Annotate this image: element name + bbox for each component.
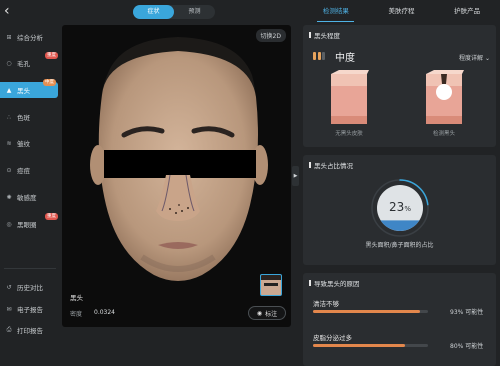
tab-skincare-products[interactable]: 护肤产品 [434, 0, 500, 22]
cause-percent: 93% 可能性 [450, 307, 483, 316]
cause-percent-value: 80% [450, 343, 464, 350]
causes-card: 导致黑头的原因 清洁不够 93% 可能性 皮脂分泌过多 80% 可能性 [303, 273, 496, 366]
blackhead-skin-label: 检测黑头 [432, 131, 455, 137]
cause-item: 清洁不够 93% 可能性 [313, 298, 488, 316]
sidebar-item-wrinkles[interactable]: ≋ 皱纹 [0, 135, 60, 151]
pimple-icon: ⊙ [6, 166, 12, 174]
detail-link-label: 程度详解 [459, 55, 484, 62]
severity-segment [313, 52, 316, 60]
blackhead-skin-illustration [426, 70, 464, 124]
density-label: 密度 [70, 311, 83, 318]
sidebar-item-label: 电子报告 [17, 306, 43, 314]
sidebar-history-compare[interactable]: ↺ 历史对比 [0, 279, 60, 295]
severity-segment [317, 52, 321, 60]
face-thumbnail[interactable] [260, 274, 282, 296]
sidebar-item-label: 色斑 [17, 114, 30, 122]
cause-progress-track [313, 344, 428, 347]
mark-button[interactable]: ◉ 标注 [248, 306, 286, 320]
ratio-fill [380, 220, 420, 231]
sidebar-e-report[interactable]: ✉ 电子报告 [0, 301, 60, 317]
title-marker [309, 162, 311, 168]
triangle-icon: ▲ [6, 86, 12, 94]
sidebar-item-dark-circles[interactable]: ◎ 黑眼圈 重度 [0, 213, 60, 232]
severity-badge: 重度 [45, 213, 58, 220]
card-title: 黑头程度 [309, 30, 340, 40]
cause-progress-track [313, 310, 428, 313]
healthy-skin-illustration [331, 70, 369, 124]
title-marker [309, 32, 311, 38]
face-thumbnail-image [261, 275, 281, 295]
back-arrow-icon[interactable]: ‹ [4, 3, 18, 19]
severity-badge: 重度 [45, 52, 58, 59]
sidebar-item-overall[interactable]: ⊞ 综合分析 [0, 29, 60, 45]
cause-progress-fill [313, 344, 405, 347]
cause-percent-suffix: 可能性 [465, 309, 484, 316]
circle-icon: ○ [6, 59, 12, 67]
sidebar-item-spots[interactable]: ∴ 色斑 [0, 109, 60, 125]
eye-circle-icon: ◎ [6, 220, 12, 228]
grid-icon: ⊞ [6, 33, 12, 41]
sidebar-print-report[interactable]: ⎙ 打印报告 [0, 322, 60, 338]
card-title: 导致黑头的原因 [309, 278, 360, 288]
severity-detail-link[interactable]: 程度详解 ⌄ [459, 53, 490, 62]
metric-title: 黑头 [70, 294, 83, 302]
cause-progress-fill [313, 310, 420, 313]
severity-segment [322, 52, 325, 60]
sidebar-item-label: 黑头 [17, 87, 30, 95]
causes-title: 导致黑头的原因 [314, 280, 360, 288]
density-value: 0.0324 [94, 309, 115, 316]
cause-item: 皮脂分泌过多 80% 可能性 [313, 332, 488, 350]
mode-toggle: 症状 预测 [133, 5, 215, 19]
sidebar-item-label: 痘痘 [17, 167, 30, 175]
healthy-skin-label: 无黑头皮肤 [335, 131, 363, 137]
dots-icon: ∴ [7, 113, 11, 121]
sidebar-item-sensitivity[interactable]: ✺ 敏感度 [0, 189, 60, 205]
eye-icon: ◉ [256, 309, 263, 317]
title-marker [309, 280, 311, 286]
tab-symptom[interactable]: 症状 [133, 5, 174, 19]
top-bar: ‹ 症状 预测 检测结果 美肤疗程 护肤产品 [0, 0, 500, 22]
severity-level-indicator [313, 52, 325, 60]
toggle-2d-button[interactable]: 切换2D [255, 29, 286, 42]
severity-level: 中度 [335, 53, 355, 64]
sidebar-item-label: 历史对比 [17, 284, 43, 292]
sidebar-item-label: 毛孔 [17, 60, 30, 68]
report-icon: ✉ [6, 305, 12, 313]
cause-percent: 80% 可能性 [450, 341, 483, 350]
sidebar-divider [4, 268, 56, 269]
ratio-card: 黑头占比情况 23% 黑头面积/鼻子面积的占比 [303, 155, 496, 265]
ratio-donut: 23% [371, 179, 429, 237]
tab-detection-results[interactable]: 检测结果 [303, 0, 369, 22]
mark-button-label: 标注 [265, 310, 278, 318]
history-icon: ↺ [6, 283, 12, 291]
wave-icon: ≋ [6, 139, 12, 147]
severity-title: 黑头程度 [314, 32, 340, 40]
sidebar-item-pores[interactable]: ○ 毛孔 重度 [0, 52, 60, 71]
sidebar: ⊞ 综合分析 ○ 毛孔 重度 ▲ 黑头 中度 ∴ 色斑 ≋ 皱纹 ⊙ 痘痘 ✺ … [0, 24, 60, 366]
sidebar-item-label: 敏感度 [17, 194, 37, 202]
sidebar-item-label: 黑眼圈 [17, 221, 37, 229]
sidebar-item-label: 打印报告 [17, 327, 43, 335]
cause-percent-suffix: 可能性 [465, 343, 484, 350]
ratio-title: 黑头占比情况 [314, 162, 353, 170]
sidebar-item-acne[interactable]: ⊙ 痘痘 [0, 162, 60, 178]
ratio-caption: 黑头面积/鼻子面积的占比 [365, 242, 434, 249]
card-title: 黑头占比情况 [309, 160, 353, 170]
sensitive-icon: ✺ [6, 193, 12, 201]
severity-badge: 中度 [43, 79, 56, 86]
sidebar-item-label: 皱纹 [17, 140, 30, 148]
panel-expand-handle[interactable]: ▶ [292, 166, 299, 186]
severity-card: 黑头程度 中度 程度详解 ⌄ 无黑头皮肤 检测黑头 [303, 25, 496, 147]
sidebar-item-label: 综合分析 [17, 34, 43, 42]
sidebar-item-blackhead[interactable]: ▲ 黑头 中度 [0, 79, 58, 98]
cause-percent-value: 93% [450, 309, 464, 316]
chevron-down-icon: ⌄ [484, 55, 490, 62]
face-analysis-panel: 切换2D 黑头 密度 0.0324 ◉ 标注 [62, 25, 291, 327]
print-icon: ⎙ [6, 326, 12, 333]
face-image [90, 37, 268, 281]
tab-prediction[interactable]: 预测 [174, 5, 215, 19]
result-tabs: 检测结果 美肤疗程 护肤产品 [303, 0, 500, 22]
tab-skin-treatment[interactable]: 美肤疗程 [369, 0, 435, 22]
